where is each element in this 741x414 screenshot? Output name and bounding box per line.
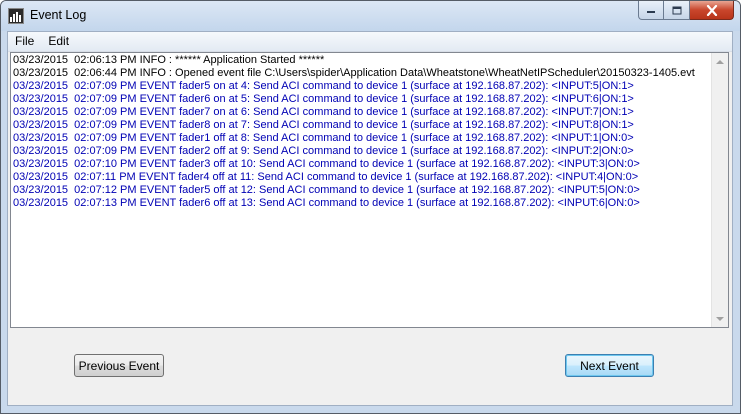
log-line[interactable]: 03/23/2015 02:07:10 PM EVENT fader3 off … [13, 158, 710, 171]
log-line[interactable]: 03/23/2015 02:07:09 PM EVENT fader2 off … [13, 145, 710, 158]
client-area: File Edit 03/23/2015 02:06:13 PM INFO : … [7, 31, 733, 406]
log-line[interactable]: 03/23/2015 02:07:09 PM EVENT fader1 off … [13, 132, 710, 145]
vertical-scrollbar[interactable] [711, 53, 728, 327]
title-bar[interactable]: Event Log [1, 1, 740, 31]
minimize-button[interactable] [638, 1, 664, 20]
next-event-button[interactable]: Next Event [565, 354, 654, 377]
log-line[interactable]: 03/23/2015 02:07:09 PM EVENT fader8 on a… [13, 119, 710, 132]
log-line[interactable]: 03/23/2015 02:07:12 PM EVENT fader5 off … [13, 184, 710, 197]
menu-bar: File Edit [8, 32, 732, 52]
menu-file[interactable]: File [8, 32, 41, 51]
scroll-down-button[interactable] [712, 311, 728, 327]
caption-buttons [638, 1, 734, 21]
log-line[interactable]: 03/23/2015 02:07:09 PM EVENT fader5 on a… [13, 80, 710, 93]
previous-event-button[interactable]: Previous Event [74, 354, 164, 377]
log-line[interactable]: 03/23/2015 02:07:09 PM EVENT fader7 on a… [13, 106, 710, 119]
maximize-button[interactable] [664, 1, 690, 20]
close-button[interactable] [690, 1, 734, 20]
log-lines: 03/23/2015 02:06:13 PM INFO : ****** App… [13, 54, 710, 210]
maximize-icon [672, 6, 681, 14]
scroll-down-arrow-icon [716, 316, 724, 321]
log-line[interactable]: 03/23/2015 02:07:13 PM EVENT fader6 off … [13, 197, 710, 210]
close-icon [706, 4, 717, 16]
log-line[interactable]: 03/23/2015 02:07:09 PM EVENT fader6 on a… [13, 93, 710, 106]
scroll-up-button[interactable] [712, 53, 728, 69]
event-log-list[interactable]: 03/23/2015 02:06:13 PM INFO : ****** App… [10, 52, 729, 328]
log-line[interactable]: 03/23/2015 02:07:11 PM EVENT fader4 off … [13, 171, 710, 184]
log-line[interactable]: 03/23/2015 02:06:44 PM INFO : Opened eve… [13, 67, 710, 80]
event-log-window: Event Log File Edit 03/23/2015 02:06:13 … [0, 0, 741, 414]
scroll-up-arrow-icon [716, 59, 724, 64]
minimize-icon [647, 11, 655, 13]
menu-edit[interactable]: Edit [41, 32, 76, 51]
log-line[interactable]: 03/23/2015 02:06:13 PM INFO : ****** App… [13, 54, 710, 67]
window-title: Event Log [30, 8, 87, 22]
app-icon[interactable] [8, 8, 24, 24]
